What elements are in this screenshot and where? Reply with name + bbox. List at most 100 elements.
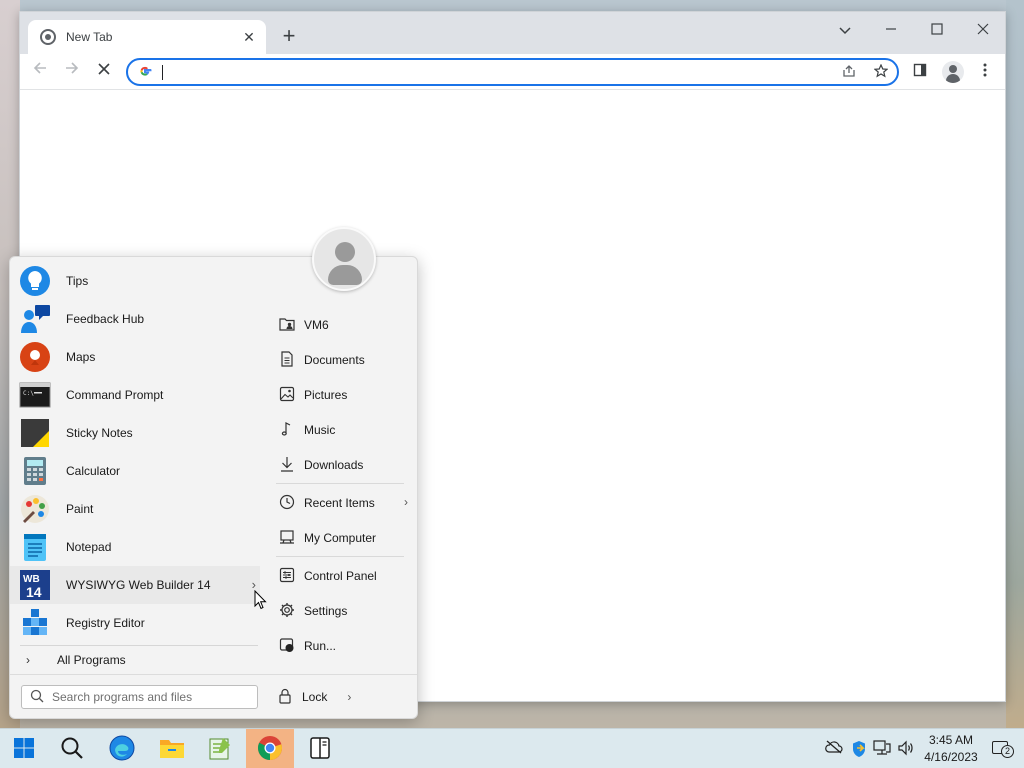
notification-count-badge: 2 — [1001, 745, 1014, 758]
place-documents[interactable]: Documents — [270, 342, 410, 377]
tab-strip: New Tab ✕ + — [20, 12, 1005, 54]
security-shield-icon[interactable] — [850, 740, 868, 758]
new-tab-favicon-icon — [40, 29, 56, 45]
program-registry-editor[interactable]: Registry Editor — [10, 604, 260, 642]
mouse-cursor-icon — [254, 589, 268, 613]
program-label: Notepad — [66, 540, 112, 554]
new-tab-button[interactable]: + — [278, 25, 300, 48]
close-tab-icon[interactable]: ✕ — [240, 28, 258, 46]
place-label: VM6 — [304, 317, 329, 332]
avatar-head — [335, 242, 355, 262]
profile-avatar-button[interactable] — [942, 61, 964, 83]
taskbar-chrome-button[interactable] — [246, 729, 294, 768]
start-icon — [13, 737, 35, 762]
place-run[interactable]: Run... — [270, 628, 410, 663]
gear-icon — [278, 602, 296, 620]
taskbar-file-explorer-button[interactable] — [148, 729, 196, 768]
music-note-icon — [278, 421, 296, 439]
paint-palette-icon — [19, 493, 51, 525]
chrome-menu-icon[interactable] — [975, 62, 995, 82]
avatar-body — [328, 265, 362, 285]
power-options-chevron-icon[interactable]: › — [347, 690, 351, 704]
divider — [276, 483, 404, 484]
program-notepad[interactable]: Notepad — [10, 528, 260, 566]
program-label: Maps — [66, 350, 96, 364]
program-wysiwyg-web-builder[interactable]: WB 14 WYSIWYG Web Builder 14 › — [10, 566, 260, 604]
program-paint[interactable]: Paint — [10, 490, 260, 528]
taskbar-notepad-plus-button[interactable] — [196, 729, 244, 768]
tab-new-tab[interactable]: New Tab ✕ — [28, 20, 266, 54]
file-explorer-icon — [159, 737, 185, 762]
tab-search-chevron-icon[interactable] — [825, 16, 865, 44]
place-label: Settings — [304, 603, 348, 618]
clock-date: 4/16/2023 — [924, 750, 978, 764]
place-music[interactable]: Music — [270, 412, 410, 447]
chevron-right-icon: › — [404, 495, 408, 509]
sticky-notes-icon — [19, 417, 51, 449]
place-label: Pictures — [304, 387, 348, 402]
search-input[interactable] — [52, 690, 252, 704]
program-calculator[interactable]: Calculator — [10, 452, 260, 490]
lock-button[interactable]: Lock › — [278, 685, 351, 709]
volume-icon[interactable] — [897, 740, 915, 758]
google-g-icon — [138, 64, 152, 81]
lock-icon — [278, 688, 294, 707]
back-button[interactable] — [28, 60, 52, 84]
computer-icon — [278, 529, 296, 547]
close-window-button[interactable] — [963, 16, 1003, 44]
divider — [20, 645, 258, 646]
system-clock[interactable]: 3:45 AM 4/16/2023 — [916, 732, 986, 766]
place-my-computer[interactable]: My Computer — [270, 520, 410, 555]
onedrive-offline-icon[interactable] — [825, 740, 843, 758]
web-builder-icon: WB 14 — [19, 569, 51, 601]
program-sticky-notes[interactable]: Sticky Notes — [10, 414, 260, 452]
place-recent-items[interactable]: Recent Items › — [270, 485, 410, 520]
all-programs-button[interactable]: › All Programs — [10, 649, 260, 671]
program-maps[interactable]: Maps — [10, 338, 260, 376]
forward-button[interactable] — [60, 60, 84, 84]
place-label: Documents — [304, 352, 365, 367]
program-label: WYSIWYG Web Builder 14 — [66, 578, 211, 592]
user-account-avatar[interactable] — [312, 227, 376, 291]
start-search-box[interactable] — [21, 685, 258, 709]
bookmark-star-icon[interactable] — [872, 63, 890, 82]
maximize-button[interactable] — [917, 16, 957, 44]
taskbar: 3:45 AM 4/16/2023 2 — [0, 728, 1024, 768]
taskbar-edge-button[interactable] — [98, 729, 146, 768]
start-button[interactable] — [0, 729, 48, 768]
tab-title: New Tab — [66, 30, 113, 44]
notification-center-button[interactable]: 2 — [992, 739, 1014, 759]
picture-icon — [278, 386, 296, 404]
place-label: Control Panel — [304, 568, 377, 583]
notepad-icon — [19, 531, 51, 563]
edge-icon — [109, 735, 135, 764]
taskbar-search-button[interactable] — [48, 729, 96, 768]
registry-editor-icon — [19, 607, 51, 639]
user-folder-icon — [278, 316, 296, 334]
reader-icon — [309, 736, 331, 763]
search-icon — [60, 736, 84, 763]
program-command-prompt[interactable]: C:\ Command Prompt — [10, 376, 260, 414]
lightbulb-icon — [19, 265, 51, 297]
chrome-icon — [257, 735, 283, 764]
program-feedback-hub[interactable]: Feedback Hub — [10, 300, 260, 338]
place-downloads[interactable]: Downloads — [270, 447, 410, 482]
clock-icon — [278, 494, 296, 512]
minimize-button[interactable] — [871, 16, 911, 44]
place-label: Run... — [304, 638, 337, 653]
share-icon[interactable] — [840, 64, 858, 82]
place-label: Recent Items — [304, 495, 375, 510]
place-pictures[interactable]: Pictures — [270, 377, 410, 412]
place-control-panel[interactable]: Control Panel — [270, 558, 410, 593]
place-vm6[interactable]: VM6 — [270, 307, 410, 342]
program-list: Tips Feedback Hub Maps C:\ Command Promp… — [10, 262, 260, 642]
side-panel-icon[interactable] — [910, 62, 930, 82]
program-tips[interactable]: Tips — [10, 262, 260, 300]
network-icon[interactable] — [873, 740, 891, 758]
start-menu: Tips Feedback Hub Maps C:\ Command Promp… — [9, 256, 418, 719]
address-bar[interactable] — [126, 58, 899, 86]
all-programs-label: All Programs — [57, 653, 126, 667]
place-settings[interactable]: Settings — [270, 593, 410, 628]
stop-loading-button[interactable] — [92, 60, 116, 84]
taskbar-reader-button[interactable] — [296, 729, 344, 768]
